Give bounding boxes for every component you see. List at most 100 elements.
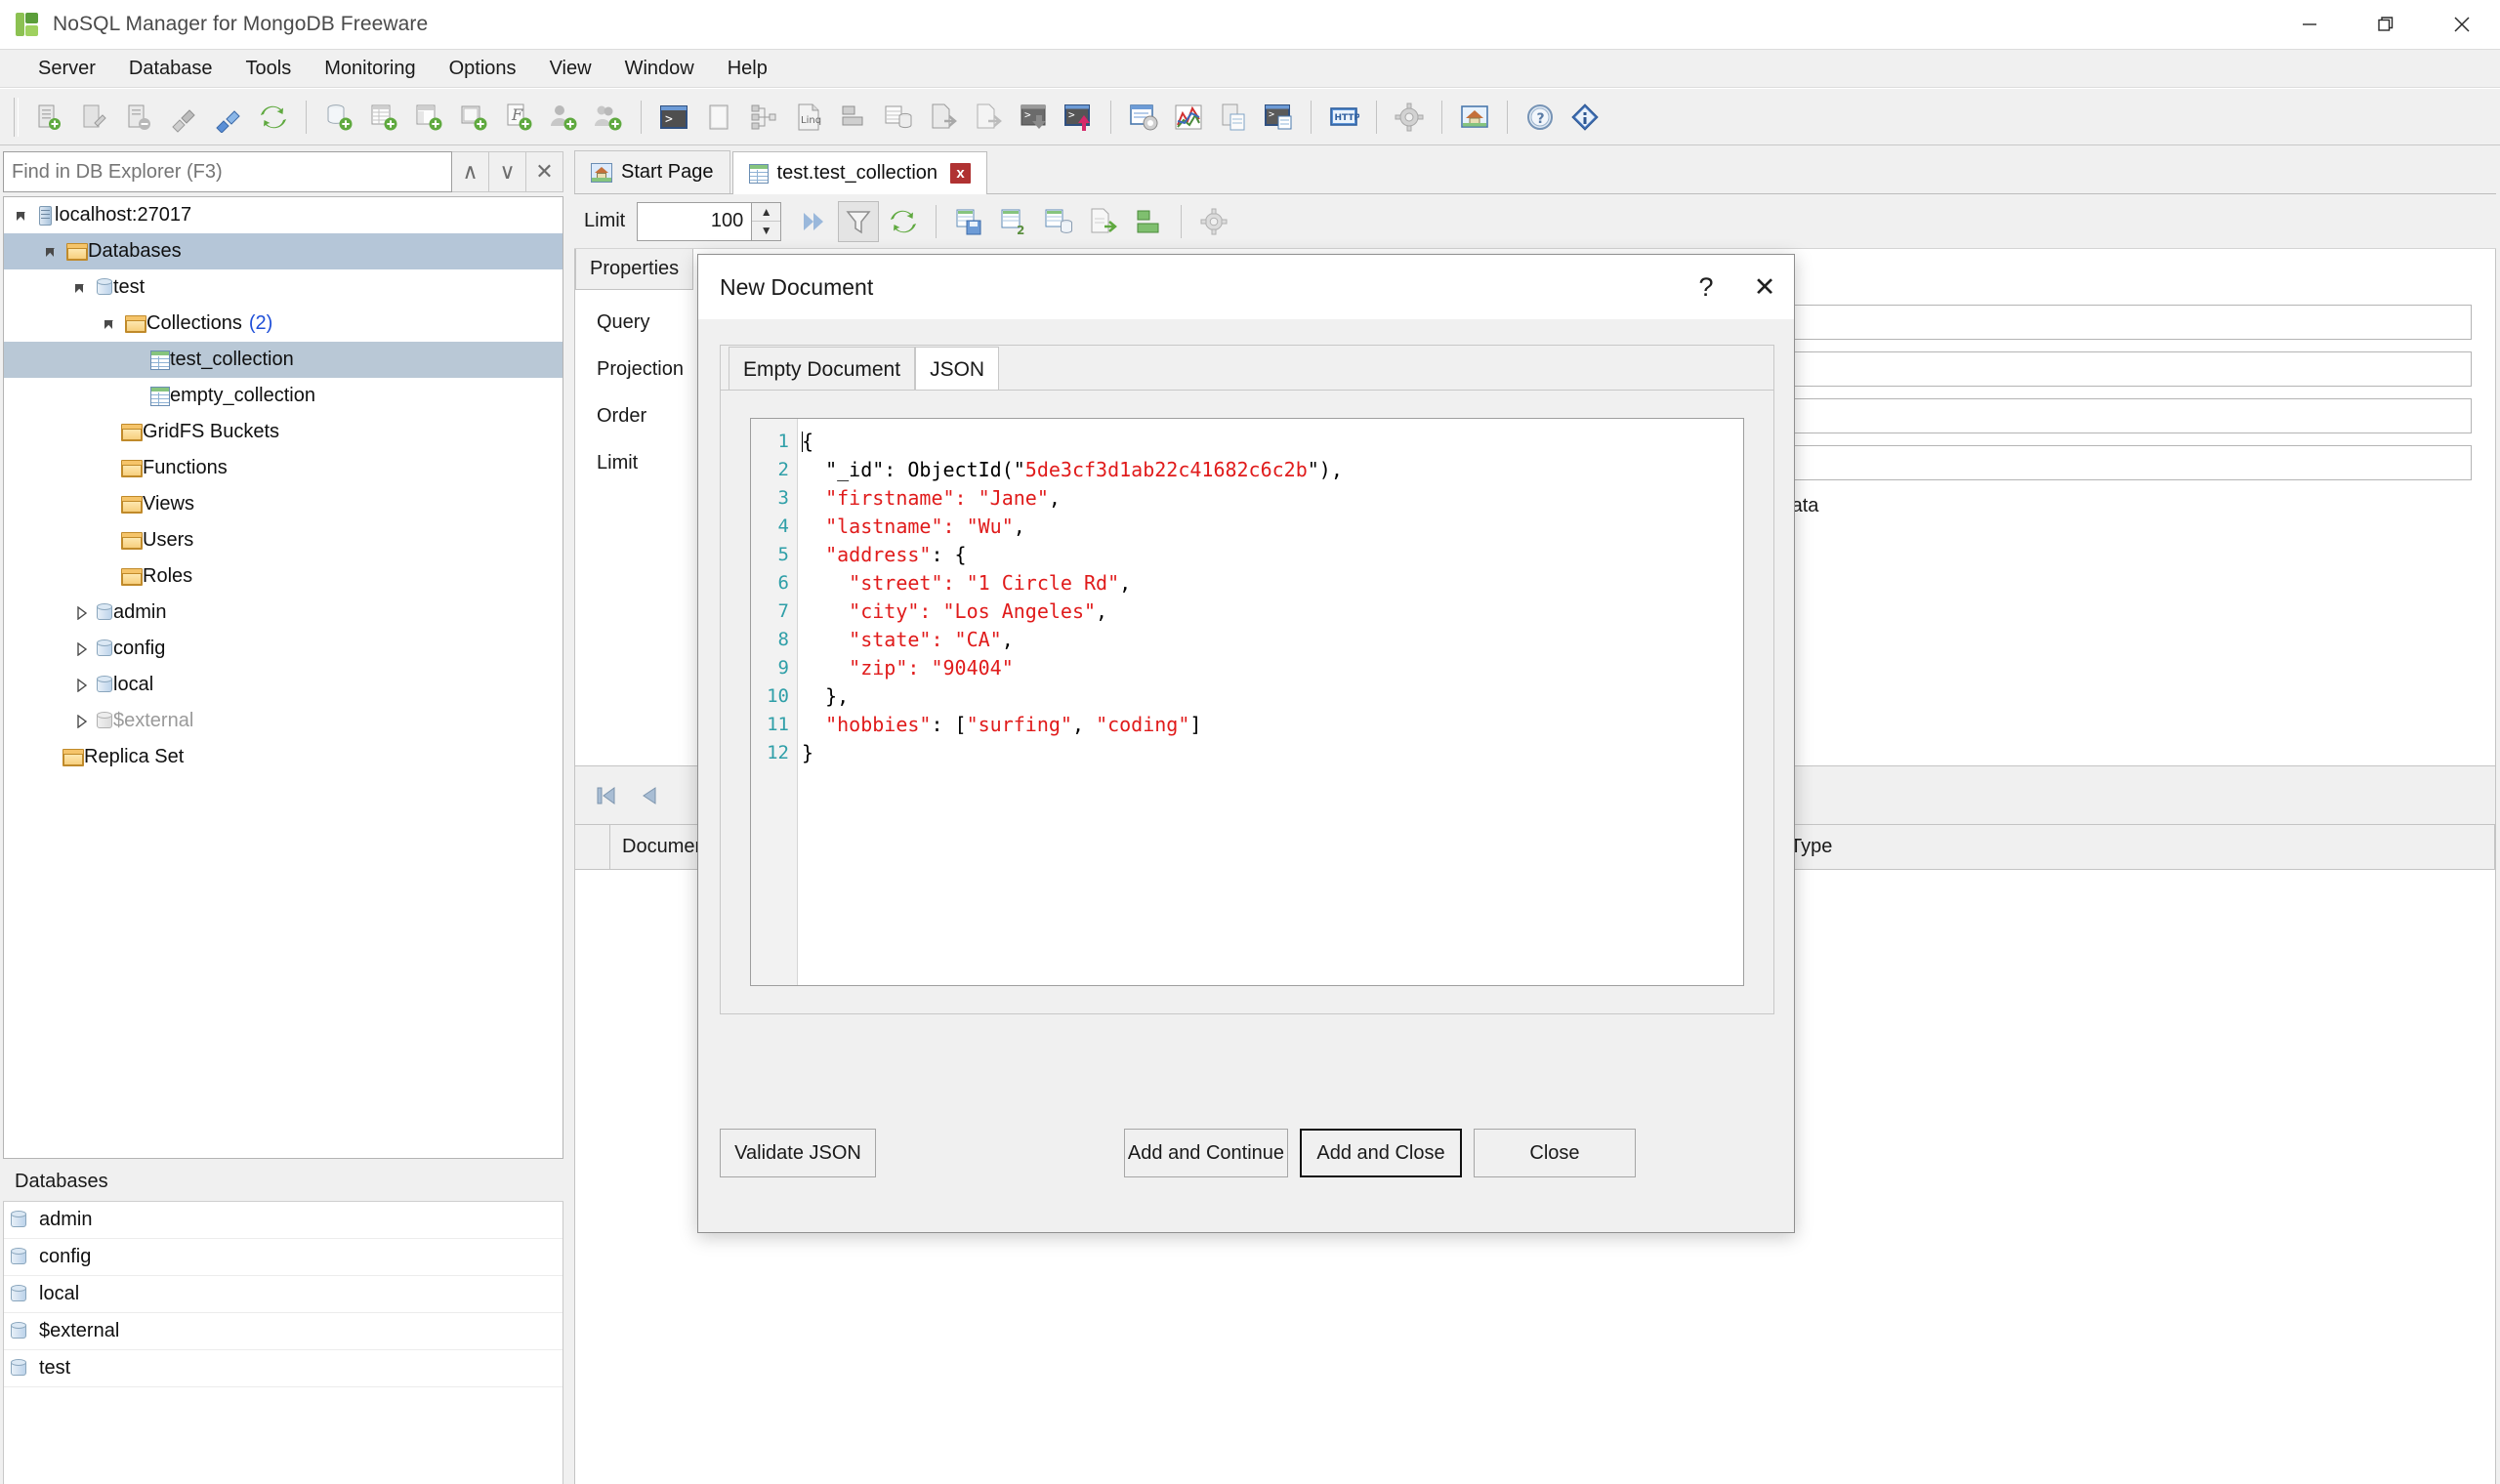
export-icon[interactable]	[968, 97, 1009, 138]
tab-json[interactable]: JSON	[915, 347, 1000, 392]
find-previous-button[interactable]: ∧	[452, 151, 489, 192]
tab-test-collection[interactable]: test.test_collection x	[731, 151, 988, 194]
new-database-icon[interactable]	[318, 97, 359, 138]
import-icon[interactable]	[923, 97, 964, 138]
tree-node-test[interactable]: test	[4, 269, 562, 306]
new-connection-icon[interactable]	[28, 97, 69, 138]
database-list-item[interactable]: $external	[4, 1313, 562, 1350]
query-builder-icon[interactable]	[833, 97, 874, 138]
start-page-icon[interactable]	[1454, 97, 1495, 138]
sql-query-icon[interactable]	[878, 97, 919, 138]
tree-node-collections[interactable]: Collections (2)	[4, 306, 562, 342]
export-document-icon[interactable]	[1083, 201, 1124, 242]
previous-page-icon[interactable]	[628, 774, 671, 817]
menu-database[interactable]: Database	[112, 50, 229, 87]
menu-view[interactable]: View	[533, 50, 608, 87]
tab-properties[interactable]: Properties	[575, 249, 694, 290]
close-icon[interactable]: x	[950, 163, 972, 184]
about-icon[interactable]	[1564, 97, 1605, 138]
document-to-collection-icon[interactable]	[1038, 201, 1079, 242]
expander-expand-icon[interactable]	[72, 712, 92, 731]
server-status-icon[interactable]	[1123, 97, 1164, 138]
tree-node-users[interactable]: Users	[4, 522, 562, 558]
json-editor-text[interactable]: { "_id": ObjectId("5de3cf3d1ab22c41682c6…	[798, 419, 1743, 985]
new-user-icon[interactable]	[543, 97, 584, 138]
refresh-icon[interactable]	[883, 201, 924, 242]
linq-query-icon[interactable]: Linq	[788, 97, 829, 138]
db-explorer-tree[interactable]: localhost:27017 Databases test Collections (…	[3, 196, 563, 1159]
add-and-continue-button[interactable]: Add and Continue	[1124, 1129, 1288, 1177]
tree-node-admin[interactable]: admin	[4, 595, 562, 631]
run-script-icon[interactable]: >	[1013, 97, 1054, 138]
tree-node-gridfs-buckets[interactable]: GridFS Buckets	[4, 414, 562, 450]
field-layout-icon[interactable]	[1128, 201, 1169, 242]
restore-button[interactable]	[2348, 0, 2424, 49]
tree-node-roles[interactable]: Roles	[4, 558, 562, 595]
new-view-icon[interactable]	[408, 97, 449, 138]
tree-node-functions[interactable]: Functions	[4, 450, 562, 486]
help-icon[interactable]: ?	[1520, 97, 1561, 138]
edit-connection-icon[interactable]	[73, 97, 114, 138]
expander-collapse-icon[interactable]	[14, 206, 33, 226]
tree-node-views[interactable]: Views	[4, 486, 562, 522]
limit-stepper[interactable]: ▲ ▼	[637, 201, 782, 241]
tree-node-external[interactable]: $external	[4, 703, 562, 739]
tree-node-databases[interactable]: Databases	[4, 233, 562, 269]
find-clear-button[interactable]: ✕	[526, 151, 563, 192]
save-document-icon[interactable]	[948, 201, 989, 242]
database-list-item[interactable]: local	[4, 1276, 562, 1313]
expander-expand-icon[interactable]	[72, 676, 92, 695]
help-icon[interactable]: ?	[1677, 257, 1735, 317]
tab-start-page[interactable]: Start Page	[574, 150, 730, 193]
tree-node-local[interactable]: local	[4, 667, 562, 703]
limit-down-button[interactable]: ▼	[752, 222, 780, 240]
close-button[interactable]	[2424, 0, 2500, 49]
filter-icon[interactable]	[838, 200, 880, 242]
database-list-item[interactable]: test	[4, 1350, 562, 1387]
limit-input[interactable]	[637, 201, 753, 241]
menu-options[interactable]: Options	[433, 50, 533, 87]
http-interface-icon[interactable]: HTTP	[1323, 97, 1364, 138]
aggregation-builder-icon[interactable]	[743, 97, 784, 138]
menu-help[interactable]: Help	[711, 50, 784, 87]
menu-monitoring[interactable]: Monitoring	[308, 50, 432, 87]
expander-expand-icon[interactable]	[72, 639, 92, 659]
expander-collapse-icon[interactable]	[72, 278, 92, 298]
tree-node-replica-set[interactable]: Replica Set	[4, 739, 562, 775]
backup-icon[interactable]	[1213, 97, 1254, 138]
close-icon[interactable]: ✕	[1735, 257, 1794, 317]
menu-window[interactable]: Window	[608, 50, 711, 87]
find-next-button[interactable]: ∨	[489, 151, 526, 192]
shell-import-icon[interactable]: >	[1058, 97, 1099, 138]
tree-node-config[interactable]: config	[4, 631, 562, 667]
first-page-icon[interactable]	[585, 774, 628, 817]
run-query-icon[interactable]	[793, 201, 834, 242]
limit-up-button[interactable]: ▲	[752, 203, 781, 222]
tab-empty-document[interactable]: Empty Document	[729, 347, 916, 392]
add-and-close-button[interactable]: Add and Close	[1300, 1129, 1462, 1177]
expander-expand-icon[interactable]	[72, 603, 92, 623]
tree-node-empty-collection[interactable]: empty_collection	[4, 378, 562, 414]
databases-list[interactable]: admin config local $external test	[3, 1202, 563, 1484]
tree-node-localhost-27017[interactable]: localhost:27017	[4, 197, 562, 233]
expander-collapse-icon[interactable]	[102, 314, 121, 334]
refresh-icon[interactable]	[253, 97, 294, 138]
database-list-item[interactable]: admin	[4, 1202, 562, 1239]
validate-json-button[interactable]: Validate JSON	[720, 1129, 876, 1177]
grid-column-type[interactable]: Type	[1778, 825, 2495, 869]
tree-node-test-collection[interactable]: test_collection	[4, 342, 562, 378]
new-document-icon[interactable]	[698, 97, 739, 138]
toolbar-grip[interactable]	[14, 97, 19, 137]
menu-tools[interactable]: Tools	[229, 50, 309, 87]
minimize-button[interactable]	[2271, 0, 2348, 49]
shell-console-icon[interactable]: >	[1258, 97, 1299, 138]
search-input[interactable]	[3, 151, 452, 192]
close-dialog-button[interactable]: Close	[1474, 1129, 1636, 1177]
connect-icon[interactable]	[163, 97, 204, 138]
options-gear-icon[interactable]	[1389, 97, 1430, 138]
json-editor[interactable]: 1 2 3 4 5 6 7 8 9 10 11 12 { "_id": ObjectId("5de3c…	[750, 418, 1744, 986]
new-role-icon[interactable]	[588, 97, 629, 138]
settings-gear-icon[interactable]	[1193, 201, 1234, 242]
delete-connection-icon[interactable]	[118, 97, 159, 138]
shell-icon[interactable]: >	[653, 97, 694, 138]
